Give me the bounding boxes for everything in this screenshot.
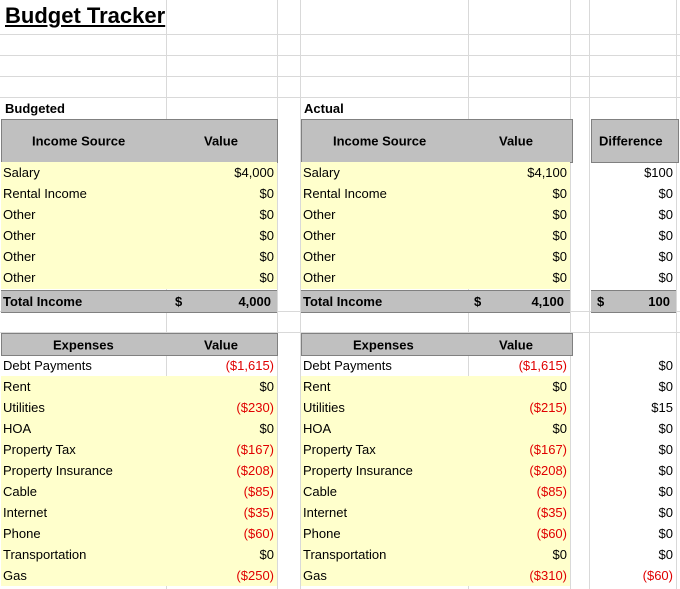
list-item[interactable]: $15 — [591, 397, 676, 418]
difference-expense-list: $0 $0 $15 $0 $0 $0 $0 $0 $0 $0 ($60) — [591, 355, 676, 588]
page-title: Budget Tracker — [5, 3, 166, 28]
list-item[interactable]: $0 — [591, 376, 676, 397]
gridline — [0, 97, 680, 98]
actual-income-header: Income Source Value — [301, 119, 573, 163]
value-header: Value — [499, 337, 533, 352]
actual-expense-header: Expenses Value — [301, 333, 573, 356]
budgeted-section-label: Budgeted — [5, 101, 65, 116]
list-item[interactable]: Cable ($85) — [1, 481, 277, 502]
list-item[interactable]: Transportation $0 — [1, 544, 277, 565]
list-item[interactable]: ($60) — [591, 565, 676, 586]
list-item[interactable]: Rent $0 — [301, 376, 570, 397]
list-item[interactable]: $0 — [591, 460, 676, 481]
list-item[interactable]: $0 — [591, 439, 676, 460]
actual-expense-list: Debt Payments ($1,615) Rent $0 Utilities ($… — [301, 355, 570, 588]
list-item[interactable]: Salary $4,000 — [1, 162, 277, 183]
difference-total-amount: 100 — [648, 294, 670, 309]
difference-header-label: Difference — [599, 133, 663, 149]
list-item[interactable]: Internet ($35) — [301, 502, 570, 523]
list-item[interactable]: $0 — [591, 204, 676, 225]
list-item[interactable]: Property Insurance ($208) — [1, 460, 277, 481]
list-item[interactable]: Utilities ($215) — [301, 397, 570, 418]
gridline — [0, 34, 680, 35]
gridline — [570, 0, 571, 589]
currency-symbol: $ — [474, 294, 482, 309]
list-item[interactable]: HOA $0 — [301, 418, 570, 439]
list-item[interactable]: Property Insurance ($208) — [301, 460, 570, 481]
list-item[interactable]: Gas ($250) — [1, 565, 277, 586]
value-header: Value — [499, 133, 533, 149]
list-item[interactable]: Transportation $0 — [301, 544, 570, 565]
difference-income-list: $100 $0 $0 $0 $0 $0 — [591, 162, 676, 289]
list-item[interactable]: Internet ($35) — [1, 502, 277, 523]
actual-income-list: Salary $4,100 Rental Income $0 Other $0 Oth… — [301, 162, 570, 289]
list-item[interactable]: Other $0 — [301, 225, 570, 246]
list-item[interactable]: $0 — [591, 502, 676, 523]
budgeted-income-header: Income Source Value — [1, 119, 278, 163]
list-item[interactable]: Gas ($310) — [301, 565, 570, 586]
actual-total-row[interactable]: Total Income $ 4,100 — [301, 290, 570, 313]
list-item[interactable]: Other $0 — [1, 225, 277, 246]
difference-total-row[interactable]: $ 100 — [591, 290, 676, 313]
currency-symbol: $ — [175, 294, 183, 309]
list-item[interactable]: $0 — [591, 246, 676, 267]
income-source-header: Income Source — [333, 133, 427, 149]
list-item[interactable]: Other $0 — [1, 267, 277, 288]
list-item[interactable]: Property Tax ($167) — [301, 439, 570, 460]
value-header: Value — [204, 337, 238, 352]
income-source-header: Income Source — [32, 133, 126, 149]
list-item[interactable]: $0 — [591, 225, 676, 246]
list-item[interactable]: Cable ($85) — [301, 481, 570, 502]
list-item[interactable]: Phone ($60) — [1, 523, 277, 544]
list-item[interactable]: Utilities ($230) — [1, 397, 277, 418]
currency-symbol: $ — [597, 294, 605, 309]
gridline — [676, 0, 677, 589]
list-item[interactable]: Other $0 — [301, 204, 570, 225]
list-item[interactable]: Phone ($60) — [301, 523, 570, 544]
list-item[interactable]: Debt Payments ($1,615) — [301, 355, 570, 376]
total-income-amount: 4,100 — [531, 294, 564, 309]
budgeted-total-row[interactable]: Total Income $ 4,000 — [1, 290, 277, 313]
total-income-label: Total Income — [3, 294, 83, 309]
list-item[interactable]: $100 — [591, 162, 676, 183]
list-item[interactable]: HOA $0 — [1, 418, 277, 439]
gridline — [0, 55, 680, 56]
actual-section-label: Actual — [304, 101, 344, 116]
value-header: Value — [204, 133, 238, 149]
list-item[interactable]: Debt Payments ($1,615) — [1, 355, 277, 376]
budgeted-expense-header: Expenses Value — [1, 333, 278, 356]
gridline — [589, 0, 590, 589]
expenses-header: Expenses — [353, 337, 414, 352]
list-item[interactable]: Property Tax ($167) — [1, 439, 277, 460]
list-item[interactable]: Rental Income $0 — [1, 183, 277, 204]
list-item[interactable]: $0 — [591, 481, 676, 502]
list-item[interactable]: Other $0 — [1, 204, 277, 225]
list-item[interactable]: Other $0 — [301, 246, 570, 267]
total-income-amount: 4,000 — [238, 294, 271, 309]
list-item[interactable]: Salary $4,100 — [301, 162, 570, 183]
expenses-header: Expenses — [53, 337, 114, 352]
list-item[interactable]: $0 — [591, 183, 676, 204]
list-item[interactable]: Other $0 — [1, 246, 277, 267]
list-item[interactable]: $0 — [591, 544, 676, 565]
gridline — [277, 0, 278, 589]
list-item[interactable]: Other $0 — [301, 267, 570, 288]
list-item[interactable]: $0 — [591, 418, 676, 439]
list-item[interactable]: $0 — [591, 267, 676, 288]
list-item[interactable]: Rental Income $0 — [301, 183, 570, 204]
gridline — [0, 76, 680, 77]
list-item[interactable]: Rent $0 — [1, 376, 277, 397]
total-income-label: Total Income — [303, 294, 383, 309]
budgeted-expense-list: Debt Payments ($1,615) Rent $0 Utilities ($… — [1, 355, 277, 588]
budgeted-income-list: Salary $4,000 Rental Income $0 Other $0 Oth… — [1, 162, 277, 289]
list-item[interactable]: $0 — [591, 355, 676, 376]
list-item[interactable]: $0 — [591, 523, 676, 544]
difference-header: Difference — [591, 119, 679, 163]
